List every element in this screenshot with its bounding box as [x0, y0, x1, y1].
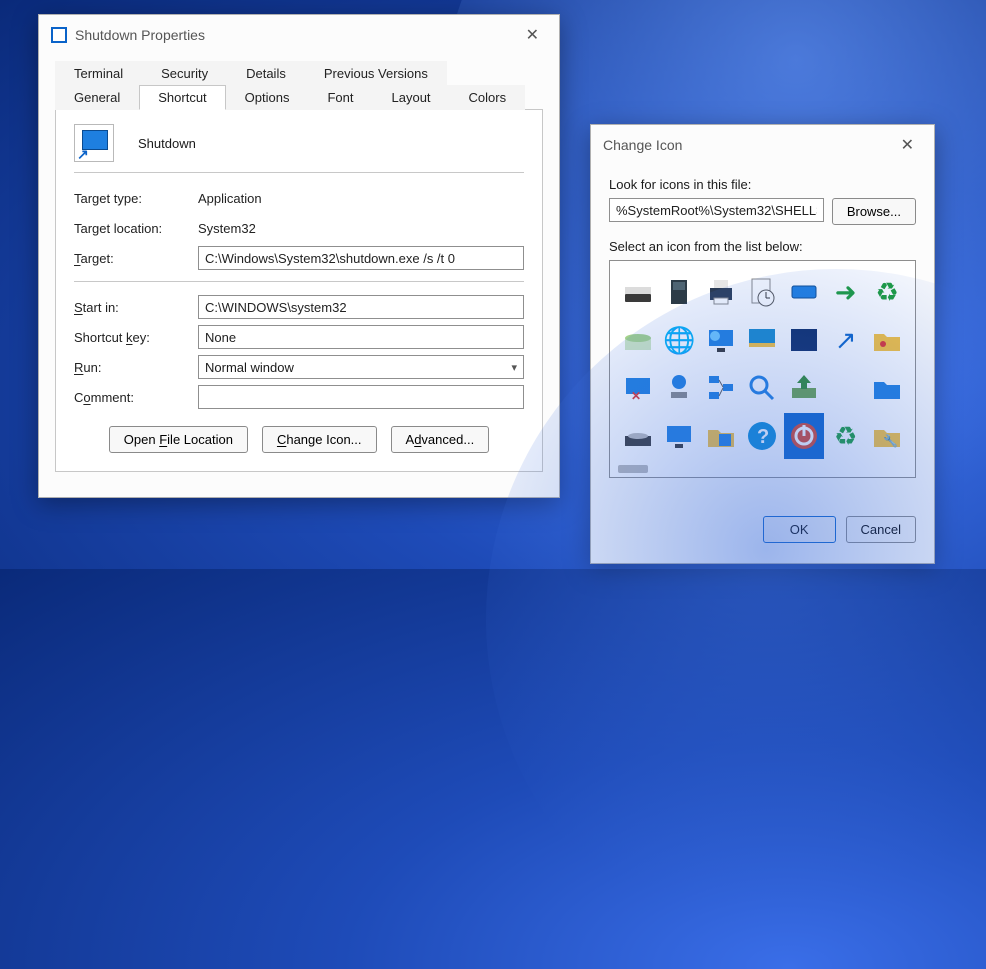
folder-blue-icon[interactable]: [867, 365, 907, 411]
shortcut-arrow-icon[interactable]: ↗: [826, 317, 866, 363]
printer-icon[interactable]: [701, 269, 741, 315]
close-icon[interactable]: ✕: [518, 23, 547, 47]
svg-text:✕: ✕: [631, 389, 641, 403]
monitor-globe-icon[interactable]: [701, 317, 741, 363]
value-target-type: Application: [198, 191, 524, 206]
shortcut-name: Shutdown: [138, 136, 196, 151]
open-file-location-button[interactable]: Open File Location: [109, 426, 248, 453]
drive-icon[interactable]: [618, 269, 658, 315]
change-icon-window: Change Icon ✕ Look for icons in this fil…: [590, 124, 935, 564]
separator: [74, 281, 524, 282]
close-icon[interactable]: ✕: [893, 133, 922, 157]
label-shortcut-key: Shortcut key:: [74, 330, 190, 345]
svg-text:?: ?: [757, 426, 769, 448]
disk-arrow-icon[interactable]: [784, 365, 824, 411]
icon-list[interactable]: ➜ ♻ 🌐 ↗ ✕ ? ♻ 🔧: [609, 260, 916, 478]
tab-details[interactable]: Details: [227, 61, 305, 85]
shutdown-properties-window: Shutdown Properties ✕ Terminal Security …: [38, 14, 560, 498]
chip-icon[interactable]: [660, 269, 700, 315]
tab-layout[interactable]: Layout: [373, 85, 450, 110]
desktop-icon[interactable]: [743, 317, 783, 363]
run-select[interactable]: Normal window ▾: [198, 355, 524, 379]
arrow-right-icon[interactable]: ➜: [826, 269, 866, 315]
start-in-input[interactable]: [198, 295, 524, 319]
horizontal-scrollbar[interactable]: [618, 465, 648, 473]
folder-key-icon[interactable]: [867, 317, 907, 363]
chevron-down-icon: ▾: [511, 361, 517, 374]
run-value: Normal window: [205, 360, 294, 375]
separator: [74, 172, 524, 173]
properties-app-icon: [51, 27, 67, 43]
browse-button[interactable]: Browse...: [832, 198, 916, 225]
window-icon[interactable]: [784, 269, 824, 315]
shortcut-file-icon: [74, 124, 114, 162]
window-title: Shutdown Properties: [75, 27, 205, 43]
disc-drive-icon[interactable]: [618, 317, 658, 363]
label-target-location: Target location:: [74, 221, 190, 236]
icon-path-input[interactable]: [609, 198, 824, 222]
label-select-icon: Select an icon from the list below:: [609, 239, 916, 254]
folder-tools-icon[interactable]: 🔧: [867, 413, 907, 459]
blank-icon[interactable]: [826, 365, 866, 411]
tab-font[interactable]: Font: [308, 85, 372, 110]
label-start-in: Start in:: [74, 300, 190, 315]
shortcut-tab-pane: Shutdown Target type: Application Target…: [55, 109, 543, 472]
ok-button[interactable]: OK: [763, 516, 836, 543]
change-icon-button[interactable]: Change Icon...: [262, 426, 377, 453]
tabstrip: Terminal Security Details Previous Versi…: [55, 61, 543, 110]
globe-icon[interactable]: 🌐: [660, 317, 700, 363]
shortcut-key-input[interactable]: [198, 325, 524, 349]
label-run: Run:: [74, 360, 190, 375]
clock-document-icon[interactable]: [743, 269, 783, 315]
magnifier-icon[interactable]: [743, 365, 783, 411]
tab-colors[interactable]: Colors: [450, 85, 526, 110]
monitor-icon[interactable]: [660, 413, 700, 459]
calc-folder-icon[interactable]: [701, 413, 741, 459]
tab-general[interactable]: General: [55, 85, 139, 110]
recycle-icon[interactable]: ♻: [867, 269, 907, 315]
monitor-x-icon[interactable]: ✕: [618, 365, 658, 411]
moon-icon[interactable]: [784, 317, 824, 363]
titlebar: Shutdown Properties ✕: [39, 15, 559, 55]
comment-input[interactable]: [198, 385, 524, 409]
label-target-type: Target type:: [74, 191, 190, 206]
recycle-bin-icon[interactable]: ♻: [826, 413, 866, 459]
titlebar: Change Icon ✕: [591, 125, 934, 165]
label-target: Target:: [74, 251, 190, 266]
power-icon[interactable]: [784, 413, 824, 459]
window-title: Change Icon: [603, 137, 682, 153]
network-globe-icon[interactable]: [660, 365, 700, 411]
tab-security[interactable]: Security: [142, 61, 227, 85]
value-target-location: System32: [198, 221, 524, 236]
tab-shortcut[interactable]: Shortcut: [139, 85, 225, 110]
tab-terminal[interactable]: Terminal: [55, 61, 142, 85]
label-comment: Comment:: [74, 390, 190, 405]
network-icon[interactable]: [701, 365, 741, 411]
label-look-for-icons: Look for icons in this file:: [609, 177, 916, 192]
tab-options[interactable]: Options: [226, 85, 309, 110]
dvd-drive-icon[interactable]: [618, 413, 658, 459]
tab-previous-versions[interactable]: Previous Versions: [305, 61, 447, 85]
svg-text:🔧: 🔧: [883, 433, 898, 448]
advanced-button[interactable]: Advanced...: [391, 426, 490, 453]
target-input[interactable]: [198, 246, 524, 270]
help-icon[interactable]: ?: [743, 413, 783, 459]
cancel-button[interactable]: Cancel: [846, 516, 916, 543]
